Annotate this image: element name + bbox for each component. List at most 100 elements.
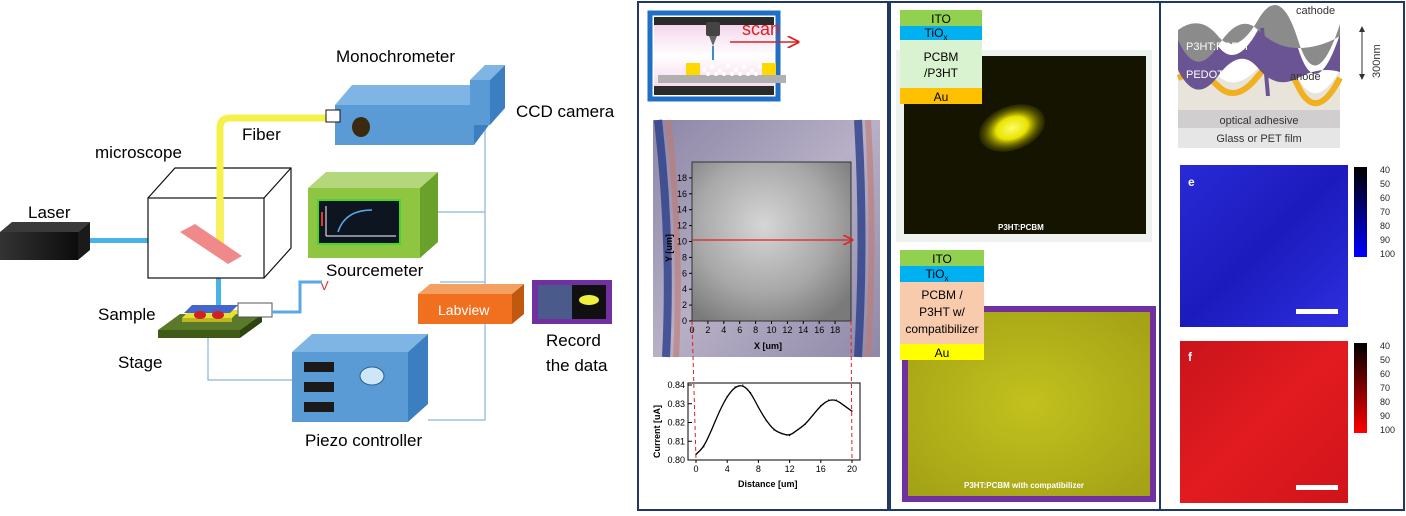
map-f-image [1180, 341, 1348, 503]
map-e-image [1180, 165, 1348, 327]
map-x-tick-label: 8 [753, 325, 758, 335]
bottom-tiox-sub: x [944, 274, 948, 283]
top-au-label: Au [934, 90, 949, 104]
profile-data-point [820, 405, 822, 407]
bottom-map-caption: P3HT:PCBM with compatibilizer [964, 481, 1084, 490]
profile-data-point [742, 384, 744, 386]
scan-label: scan [742, 19, 780, 39]
colorbar-tick-label: 100 [1380, 425, 1395, 435]
map-y-tick-label: 4 [682, 284, 687, 294]
colorbar-tick-label: 50 [1380, 179, 1390, 189]
colorbar-tick-label: 90 [1380, 235, 1390, 245]
profile-x-tick-label: 0 [693, 464, 698, 474]
profile-data-point [711, 429, 713, 431]
colorbar-tick-label: 80 [1380, 221, 1390, 231]
colorbar-tick-label: 90 [1380, 411, 1390, 421]
profile-data-point [828, 399, 830, 401]
profile-data-point [796, 429, 799, 431]
top-active-line1: PCBM [924, 50, 959, 64]
profile-y-tick-label: 0.81 [667, 436, 685, 446]
map-x-axis-label: X [um] [754, 341, 782, 351]
sample-wire [272, 280, 322, 314]
map-y-tick-label: 18 [677, 173, 687, 183]
profile-x-axis-label: Distance [um] [738, 479, 798, 489]
scan-panel: scan 0 2 4 6 8 10 12 14 16 18 0 2 4 6 8 10 12 14 16 18 Y [… [637, 1, 889, 511]
colorbar-tick-label: 50 [1380, 355, 1390, 365]
top-ito-label: ITO [931, 12, 951, 26]
profile-data-point [773, 429, 775, 431]
profile-y-tick-label: 0.80 [667, 455, 685, 465]
profile-data-point [812, 414, 814, 416]
sourcemeter-device [308, 172, 438, 258]
bottom-active-line3: compatibilizer [905, 322, 978, 336]
sample-label: Sample [98, 305, 156, 324]
profile-data-point [843, 405, 845, 407]
labview-label: Labview [438, 302, 490, 318]
map-y-tick-label: 8 [682, 252, 687, 262]
map-e-letter: e [1188, 175, 1195, 189]
map-x-tick-label: 2 [705, 325, 710, 335]
stage-label: Stage [118, 353, 162, 372]
thickness-label: 300nm [1371, 44, 1383, 78]
microscope-label: microscope [95, 143, 182, 162]
colorbar-tick-label: 100 [1380, 249, 1395, 259]
ccd-camera-device [470, 65, 505, 125]
profile-data-point [726, 395, 728, 397]
colorbar-tick-label: 40 [1380, 341, 1390, 351]
colorbar-tick-label: 40 [1380, 165, 1390, 175]
profile-data-point [703, 446, 705, 448]
profile-data-point [757, 406, 760, 409]
fiber-label: Fiber [242, 125, 281, 144]
map-y-tick-label: 6 [682, 268, 687, 278]
device-panel: P3HT:PCBM ITO TiOx PCBM /P3HT Au P3HT:PC… [889, 1, 1161, 511]
profile-data-point [695, 453, 697, 455]
bottom-active-line2: P3HT w/ [919, 305, 965, 319]
map-x-tick-label: 6 [737, 325, 742, 335]
top-tiox-main: TiO [925, 26, 944, 40]
map-x-tick-label: 14 [798, 325, 808, 335]
colorbar-tick-label: 70 [1380, 383, 1390, 393]
flexible-device-panel: cathode P3HT:PCBM PEDOT:PSS anode 300nm … [1159, 1, 1405, 511]
colorbar-tick-label: 80 [1380, 397, 1390, 407]
top-tiox-sub: x [943, 33, 947, 42]
map-y-tick-label: 0 [682, 316, 687, 326]
map-y-tick-label: 2 [682, 300, 687, 310]
profile-x-tick-label: 12 [785, 464, 795, 474]
bottom-tiox-main: TiO [926, 267, 945, 281]
profile-data-point [781, 433, 783, 435]
colorbar-tick-label: 60 [1380, 193, 1390, 203]
map-y-axis-label: Y [um] [664, 234, 674, 262]
monochrometer-device [325, 85, 489, 145]
map-x-tick-label: 12 [782, 325, 792, 335]
map-x-tick-label: 4 [721, 325, 726, 335]
anode-label: anode [1290, 71, 1321, 83]
profile-x-tick-label: 20 [847, 464, 857, 474]
bottom-active-line1: PCBM / [921, 288, 963, 302]
map-f-scale-bar [1296, 485, 1338, 490]
sourcemeter-label: Sourcemeter [326, 261, 424, 280]
laser-label: Laser [28, 203, 71, 222]
map-y-tick-label: 12 [677, 221, 687, 231]
profile-y-tick-label: 0.83 [667, 399, 685, 409]
current-map [691, 161, 852, 322]
map-y-tick-label: 10 [677, 237, 687, 247]
profile-x-tick-label: 8 [756, 464, 761, 474]
piezo-controller-label: Piezo controller [305, 431, 423, 450]
top-active-line2: /P3HT [924, 66, 959, 80]
map-x-tick-label: 10 [766, 325, 776, 335]
profile-x-tick-label: 4 [725, 464, 730, 474]
profile-data-point [851, 410, 853, 412]
record-data-thumbnail [532, 280, 612, 324]
profile-y-tick-label: 0.82 [667, 418, 685, 428]
cathode-label: cathode [1296, 5, 1335, 17]
piezo-controller-device [292, 334, 428, 422]
profile-data-point [835, 399, 838, 401]
profile-y-tick-label: 0.84 [667, 380, 685, 390]
figure-canvas: Laser microscope Fiber Monochrometer CCD… [0, 1, 1405, 511]
profile-data-point [734, 386, 736, 388]
laser-device [0, 222, 90, 260]
adhesive-label: optical adhesive [1220, 115, 1299, 127]
profile-data-point [789, 435, 791, 437]
colorbar-tick-label: 70 [1380, 207, 1390, 217]
profile-x-tick-label: 16 [816, 464, 826, 474]
